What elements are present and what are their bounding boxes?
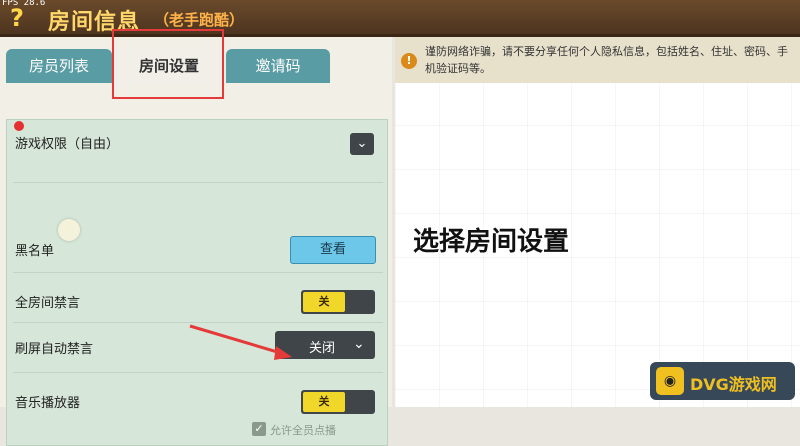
chat-panel: ! 谨防网络诈骗，请不要分享任何个人隐私信息，包括姓名、住址、密码、手机验证码等…: [395, 37, 800, 407]
divider: [13, 272, 383, 273]
blacklist-label: 黑名单: [15, 244, 55, 259]
caption-overlay: 选择房间设置: [413, 227, 570, 257]
permission-dropdown[interactable]: ⌄: [350, 133, 374, 155]
music-player-toggle[interactable]: 关: [301, 390, 375, 414]
highlight-annotation: [112, 29, 224, 99]
divider: [13, 372, 383, 373]
music-player-label: 音乐播放器: [15, 396, 81, 411]
floating-cursor: [58, 219, 80, 241]
toggle-knob: 关: [303, 292, 345, 312]
allow-all-label: 允许全员点播: [270, 424, 336, 437]
tab-members[interactable]: 房员列表: [6, 49, 112, 83]
warning-text: 谨防网络诈骗，请不要分享任何个人隐私信息，包括姓名、住址、密码、手机验证码等。: [425, 45, 788, 75]
mute-all-label: 全房间禁言: [15, 296, 81, 311]
view-blacklist-button[interactable]: 查看: [290, 236, 376, 264]
warning-icon: !: [401, 53, 417, 69]
settings-content: 游戏权限（自由） ⌄ 黑名单 查看 全房间禁言 关 刷屏自动禁言 关闭 ⌄ 音乐…: [6, 119, 388, 446]
chevron-down-icon: ⌄: [353, 336, 365, 352]
auto-mute-label: 刷屏自动禁言: [15, 342, 94, 357]
toggle-knob: 关: [303, 392, 345, 412]
chevron-down-icon: ⌄: [356, 136, 368, 151]
permission-label: 游戏权限（自由）: [15, 137, 120, 152]
gamepad-icon: ◉: [656, 367, 684, 395]
tab-invite-code[interactable]: 邀请码: [226, 49, 330, 83]
mute-all-toggle[interactable]: 关: [301, 290, 375, 314]
watermark-logo: ◉ DVG游戏网: [650, 362, 795, 400]
watermark-text: DVG游戏网: [690, 375, 777, 394]
notification-dot: [14, 121, 24, 131]
divider: [13, 182, 383, 183]
warning-banner: ! 谨防网络诈骗，请不要分享任何个人隐私信息，包括姓名、住址、密码、手机验证码等…: [395, 37, 800, 83]
arrow-annotation: [189, 324, 292, 360]
room-name: （老手跑酷）: [154, 11, 245, 29]
select-value: 关闭: [309, 341, 336, 356]
help-icon[interactable]: ?: [4, 5, 30, 31]
allow-all-checkbox[interactable]: ✓: [252, 422, 266, 436]
